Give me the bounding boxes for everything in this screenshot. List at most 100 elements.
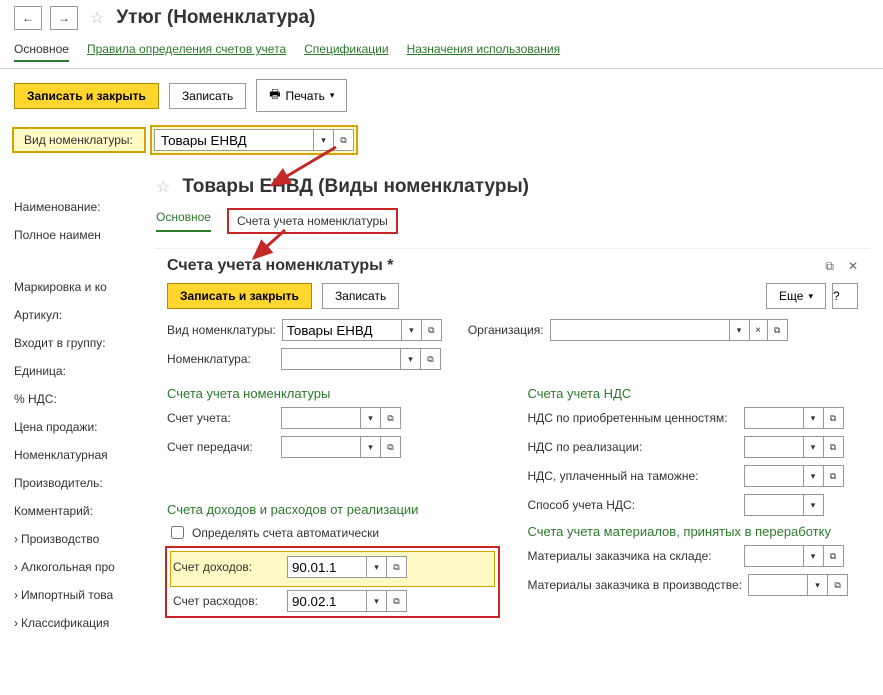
- expense-label: Счет расходов:: [173, 594, 281, 608]
- vat-method-dd[interactable]: ▾: [804, 494, 824, 516]
- expense-dd[interactable]: ▾: [367, 590, 387, 612]
- tab-rules[interactable]: Правила определения счетов учета: [87, 42, 286, 62]
- tab-specs[interactable]: Спецификации: [304, 42, 388, 62]
- sec-vat-title: Счета учета НДС: [528, 386, 859, 401]
- acc-dd[interactable]: ▾: [361, 407, 381, 429]
- ov2-org-clear[interactable]: ×: [750, 319, 768, 341]
- auto-check-label: Определять счета автоматически: [192, 526, 379, 540]
- overlay1-tab-accounts[interactable]: Счета учета номенклатуры: [229, 210, 396, 232]
- vat-purchase-dd[interactable]: ▾: [804, 407, 824, 429]
- mat-prod-label: Материалы заказчика в производстве:: [528, 578, 743, 592]
- close-icon[interactable]: ✕: [848, 259, 858, 274]
- income-open[interactable]: ⧉: [387, 556, 407, 578]
- ov2-org-label: Организация:: [468, 323, 544, 337]
- ov2-nom-open[interactable]: ⧉: [421, 348, 441, 370]
- kind-input[interactable]: [154, 129, 314, 151]
- ov2-kind-dd[interactable]: ▾: [402, 319, 422, 341]
- kind-open-button[interactable]: ⧉: [334, 129, 354, 151]
- ov2-kind-label: Вид номенклатуры:: [167, 323, 276, 337]
- comment-label: Комментарий:: [14, 504, 115, 518]
- overlay2-title: Счета учета номенклатуры *: [167, 257, 393, 275]
- overlay1-tab-main[interactable]: Основное: [156, 210, 211, 232]
- print-button[interactable]: 🖶 Печать ▾: [256, 79, 347, 112]
- vat-method-input[interactable]: [744, 494, 804, 516]
- group-label: Входит в группу:: [14, 336, 115, 350]
- manufacturer-label: Производитель:: [14, 476, 115, 490]
- star-icon[interactable]: ☆: [90, 8, 104, 28]
- vat-sale-label: НДС по реализации:: [528, 440, 738, 454]
- ov2-kind-input[interactable]: [282, 319, 402, 341]
- income-dd[interactable]: ▾: [367, 556, 387, 578]
- mat-prod-open[interactable]: ⧉: [828, 574, 848, 596]
- overlay2-save-button[interactable]: Записать: [322, 283, 399, 309]
- chevron-right-icon: ›: [14, 616, 18, 630]
- save-button[interactable]: Записать: [169, 83, 246, 109]
- main-tabs: Основное Правила определения счетов учет…: [0, 36, 883, 69]
- page-title: Утюг (Номенклатура): [116, 7, 315, 29]
- nav-back-button[interactable]: ←: [14, 6, 42, 30]
- star-icon[interactable]: ☆: [156, 177, 170, 197]
- mat-stock-open[interactable]: ⧉: [824, 545, 844, 567]
- tree-classification[interactable]: ›Классификация: [14, 616, 115, 630]
- transfer-dd[interactable]: ▾: [361, 436, 381, 458]
- transfer-label: Счет передачи:: [167, 440, 275, 454]
- tree-production[interactable]: ›Производство: [14, 532, 115, 546]
- sec-materials-title: Счета учета материалов, принятых в перер…: [528, 524, 859, 539]
- expense-input[interactable]: [287, 590, 367, 612]
- transfer-open[interactable]: ⧉: [381, 436, 401, 458]
- vat-customs-input[interactable]: [744, 465, 804, 487]
- vat-customs-open[interactable]: ⧉: [824, 465, 844, 487]
- detach-icon[interactable]: ⧉: [825, 259, 834, 274]
- vat-customs-label: НДС, уплаченный на таможне:: [528, 469, 738, 483]
- chevron-down-icon: ▾: [330, 90, 335, 101]
- sec-accounts-title: Счета учета номенклатуры: [167, 386, 498, 401]
- overlay2-save-close-button[interactable]: Записать и закрыть: [167, 283, 312, 309]
- ov2-org-open[interactable]: ⧉: [768, 319, 788, 341]
- vat-sale-input[interactable]: [744, 436, 804, 458]
- tree-alcohol[interactable]: ›Алкогольная про: [14, 560, 115, 574]
- income-input[interactable]: [287, 556, 367, 578]
- vat-purchase-input[interactable]: [744, 407, 804, 429]
- mat-stock-dd[interactable]: ▾: [804, 545, 824, 567]
- tree-import[interactable]: ›Импортный това: [14, 588, 115, 602]
- save-close-button[interactable]: Записать и закрыть: [14, 83, 159, 109]
- mat-prod-dd[interactable]: ▾: [808, 574, 828, 596]
- expense-open[interactable]: ⧉: [387, 590, 407, 612]
- unit-label: Единица:: [14, 364, 115, 378]
- sec-income-title: Счета доходов и расходов от реализации: [167, 502, 498, 517]
- nav-forward-button[interactable]: →: [50, 6, 78, 30]
- vat-sale-dd[interactable]: ▾: [804, 436, 824, 458]
- print-icon: 🖶: [269, 85, 280, 106]
- mat-stock-label: Материалы заказчика на складе:: [528, 549, 738, 563]
- chevron-right-icon: ›: [14, 588, 18, 602]
- ov2-kind-open[interactable]: ⧉: [422, 319, 442, 341]
- mark-label: Маркировка и ко: [14, 280, 115, 294]
- vat-purchase-open[interactable]: ⧉: [824, 407, 844, 429]
- fullname-label: Полное наимен: [14, 228, 115, 242]
- ov2-org-dd[interactable]: ▾: [730, 319, 750, 341]
- ov2-nom-input[interactable]: [281, 348, 401, 370]
- acc-open[interactable]: ⧉: [381, 407, 401, 429]
- income-label: Счет доходов:: [173, 560, 281, 574]
- ov2-nom-dd[interactable]: ▾: [401, 348, 421, 370]
- acc-input[interactable]: [281, 407, 361, 429]
- vat-sale-open[interactable]: ⧉: [824, 436, 844, 458]
- chevron-right-icon: ›: [14, 532, 18, 546]
- more-button[interactable]: Еще ▾: [766, 283, 826, 309]
- mat-prod-input[interactable]: [748, 574, 808, 596]
- tab-main[interactable]: Основное: [14, 42, 69, 62]
- transfer-input[interactable]: [281, 436, 361, 458]
- mat-stock-input[interactable]: [744, 545, 804, 567]
- help-button[interactable]: ?: [832, 283, 858, 309]
- auto-checkbox[interactable]: [171, 526, 184, 539]
- kind-dropdown-button[interactable]: ▾: [314, 129, 334, 151]
- vat-customs-dd[interactable]: ▾: [804, 465, 824, 487]
- price-label: Цена продажи:: [14, 420, 115, 434]
- vat-purchase-label: НДС по приобретенным ценностям:: [528, 411, 738, 425]
- acc-label: Счет учета:: [167, 411, 275, 425]
- tab-usage[interactable]: Назначения использования: [407, 42, 560, 62]
- ov2-org-input[interactable]: [550, 319, 730, 341]
- vat-method-label: Способ учета НДС:: [528, 498, 738, 512]
- overlay1-title: Товары ЕНВД (Виды номенклатуры): [182, 176, 529, 198]
- article-label: Артикул:: [14, 308, 115, 322]
